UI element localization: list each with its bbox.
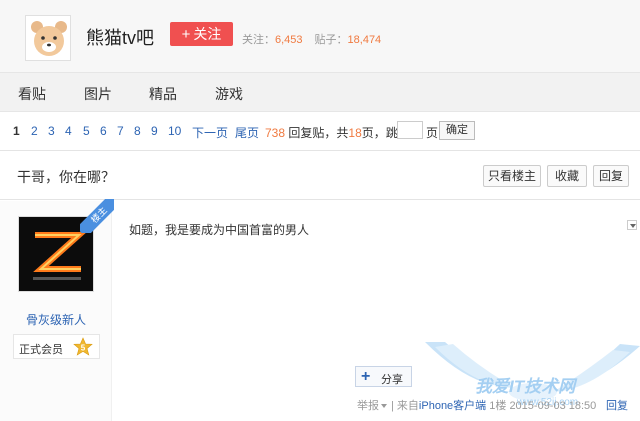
report-dropdown-icon[interactable] bbox=[381, 404, 387, 409]
forum-header: 熊猫tv吧 + 关注 关注：6,453 贴子：18,474 bbox=[0, 0, 640, 72]
post-author-panel: 骨灰级新人 正式会员 5 bbox=[0, 201, 112, 421]
forum-name[interactable]: 熊猫tv吧 bbox=[86, 24, 154, 50]
floor-number: 1楼 bbox=[489, 400, 507, 412]
share-button[interactable]: + 分享 bbox=[355, 366, 412, 387]
posts-count: 18,474 bbox=[347, 34, 382, 46]
source-client-link[interactable]: iPhone客户端 bbox=[419, 400, 486, 412]
followers-count: 6,453 bbox=[275, 34, 303, 46]
post-menu-dropdown-icon[interactable] bbox=[627, 220, 637, 230]
page-link[interactable]: 5 bbox=[83, 124, 90, 138]
follow-button[interactable]: + 关注 bbox=[170, 22, 233, 46]
tab-games[interactable]: 游戏 bbox=[215, 84, 243, 104]
plus-icon: + bbox=[181, 26, 191, 43]
source-prefix: | 来自 bbox=[391, 400, 419, 412]
page-link[interactable]: 10 bbox=[168, 124, 181, 138]
page-link-current[interactable]: 1 bbox=[13, 124, 20, 138]
reply-thread-button[interactable]: 回复 bbox=[593, 165, 629, 187]
page-link[interactable]: 7 bbox=[117, 124, 124, 138]
level-star-icon: 5 bbox=[73, 337, 93, 357]
op-ribbon: 楼主 bbox=[80, 199, 114, 233]
page-jump-input[interactable] bbox=[397, 121, 423, 139]
level-number: 5 bbox=[81, 344, 86, 353]
reply-count: 738 bbox=[265, 126, 286, 140]
reply-summary: 738 回复贴，共18页，跳到 bbox=[265, 124, 410, 141]
posts-label: 贴子： bbox=[314, 34, 348, 46]
page-link[interactable]: 9 bbox=[151, 124, 158, 138]
watermark-text: 我爱IT技术网 bbox=[475, 377, 576, 396]
page-unit: 页 bbox=[426, 126, 439, 140]
favorite-button[interactable]: 收藏 bbox=[547, 165, 587, 187]
only-op-button[interactable]: 只看楼主 bbox=[483, 165, 541, 187]
thread-title-bar: 干哥，你在哪？ 只看楼主 收藏 回复 bbox=[0, 150, 640, 200]
page-count: 18 bbox=[348, 126, 362, 140]
follow-label: 关注 bbox=[193, 26, 222, 42]
op-badge: 楼主 bbox=[80, 199, 114, 233]
page-link[interactable]: 6 bbox=[100, 124, 107, 138]
post-timestamp: 2015-09-03 18:50 bbox=[509, 400, 597, 412]
post-username[interactable]: 骨灰级新人 bbox=[0, 311, 112, 328]
page-link[interactable]: 8 bbox=[134, 124, 141, 138]
member-badge: 正式会员 5 bbox=[13, 334, 100, 359]
pagination: 1 2 3 4 5 6 7 8 9 10 下一页 尾页 738 回复贴，共18页… bbox=[0, 118, 640, 144]
forum-nav: 看贴 图片 精品 游戏 bbox=[0, 72, 640, 112]
tab-featured[interactable]: 精品 bbox=[149, 84, 177, 104]
report-link[interactable]: 举报 bbox=[357, 400, 379, 412]
page-link[interactable]: 3 bbox=[48, 124, 55, 138]
page-link[interactable]: 4 bbox=[65, 124, 72, 138]
reply-post-link[interactable]: 回复 bbox=[606, 397, 628, 413]
post-footer: 举报 | 来自iPhone客户端 1楼 2015-09-03 18:50 bbox=[357, 397, 596, 413]
forum-stats: 关注：6,453 贴子：18,474 bbox=[242, 31, 381, 47]
followers-label: 关注： bbox=[242, 34, 275, 46]
share-label: 分享 bbox=[381, 374, 403, 386]
forum-logo[interactable] bbox=[25, 15, 71, 61]
last-page-link[interactable]: 尾页 bbox=[235, 124, 259, 141]
next-page-link[interactable]: 下一页 bbox=[192, 124, 228, 141]
page-link[interactable]: 2 bbox=[31, 124, 38, 138]
tab-posts[interactable]: 看贴 bbox=[18, 84, 46, 104]
page-jump-confirm-button[interactable]: 确定 bbox=[439, 121, 475, 140]
thread-title: 干哥，你在哪？ bbox=[17, 169, 115, 185]
reply-count-label: 回复贴，共 bbox=[288, 126, 349, 140]
tab-images[interactable]: 图片 bbox=[84, 84, 112, 104]
member-level-label: 正式会员 bbox=[19, 344, 63, 356]
share-plus-icon: + bbox=[361, 368, 371, 385]
post-content: 如题，我是要成为中国首富的男人 bbox=[129, 223, 310, 237]
